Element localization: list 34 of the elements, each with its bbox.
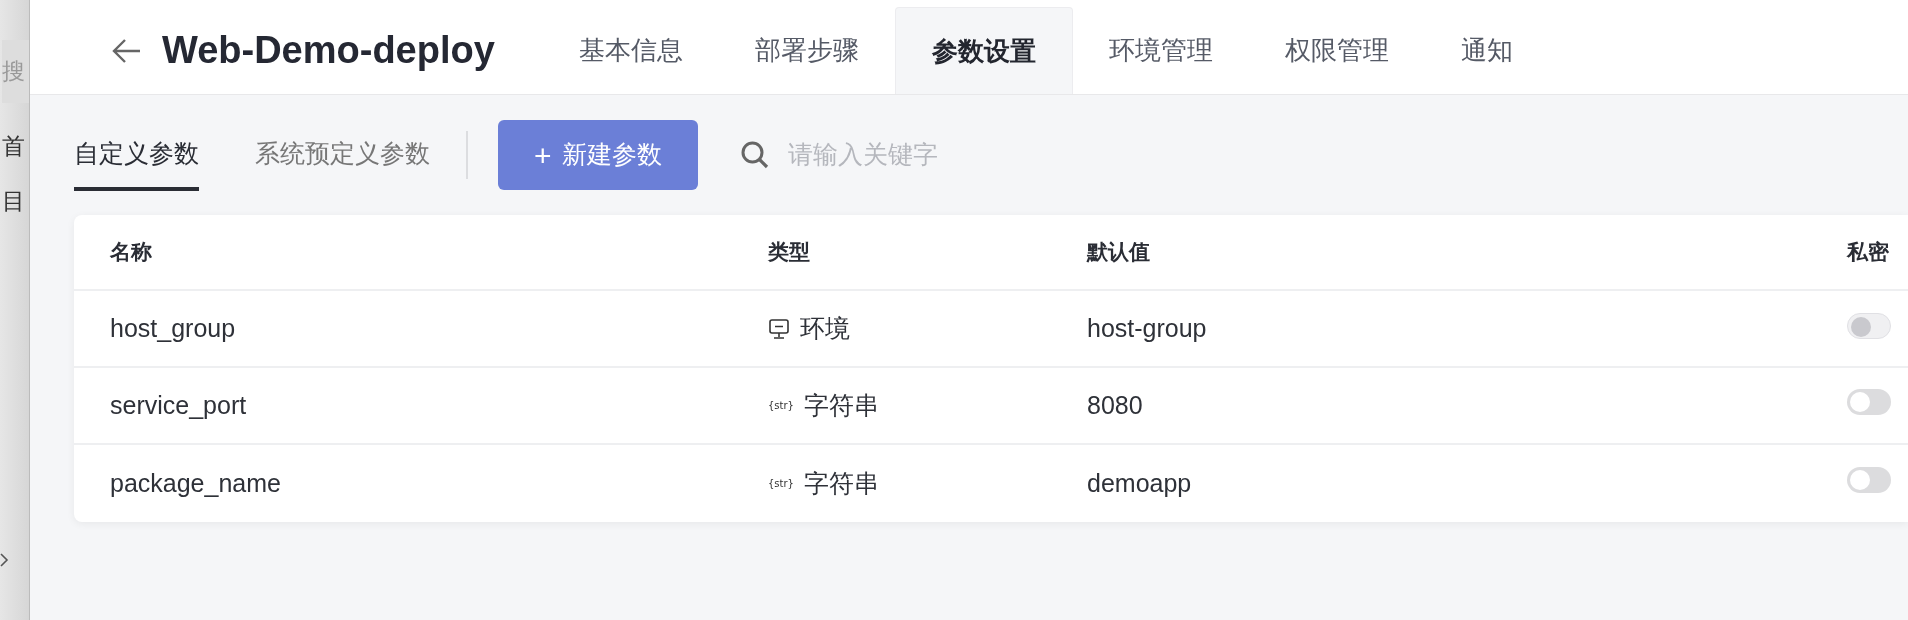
column-header: 默认值 [1087,239,1151,266]
table-cell-text: 字符串 [803,389,879,421]
tab[interactable]: 部署步骤 [718,7,895,94]
column-header: 私密 [1847,239,1890,266]
table-cell-text: 环境 [800,312,850,344]
page-title: Web-Demo-deploy [162,28,495,73]
type-icon: {str} [768,476,794,491]
table-cell-text: host_group [110,312,237,344]
search-icon [739,140,770,170]
sub-tab[interactable]: 系统预定义参数 [255,127,430,191]
type-icon: {str} [768,398,794,413]
column-header: 名称 [110,239,153,266]
tab[interactable]: 权限管理 [1248,7,1425,94]
search-field[interactable]: 请输入关键字 [785,135,1186,175]
toggle-switch[interactable] [1847,389,1891,415]
tab[interactable]: 基本信息 [542,7,719,94]
table-cell-text: host-group [1087,312,1208,344]
back-arrow-icon[interactable] [112,37,142,64]
tab[interactable]: 环境管理 [1072,7,1249,94]
table-cell-text: service_port [110,389,248,421]
table-cell-text: package_name [110,467,282,499]
column-header: 类型 [768,239,811,266]
table-cell-text: 字符串 [803,467,879,499]
monitor-icon [768,317,790,340]
tab[interactable]: 参数设置 [894,7,1073,94]
table-cell-text: demoapp [1087,467,1193,499]
sidebar-item[interactable]: 目 [2,190,25,213]
tab[interactable]: 通知 [1424,7,1549,94]
table-cell-text: 8080 [1087,389,1144,421]
toggle-switch[interactable] [1847,467,1891,493]
sidebar-item[interactable]: 首 [2,135,25,158]
sub-tab[interactable]: 自定义参数 [74,127,199,191]
new-parameter-button[interactable]: + 新建参数 [498,120,698,190]
chevron-right-icon[interactable] [0,552,10,568]
